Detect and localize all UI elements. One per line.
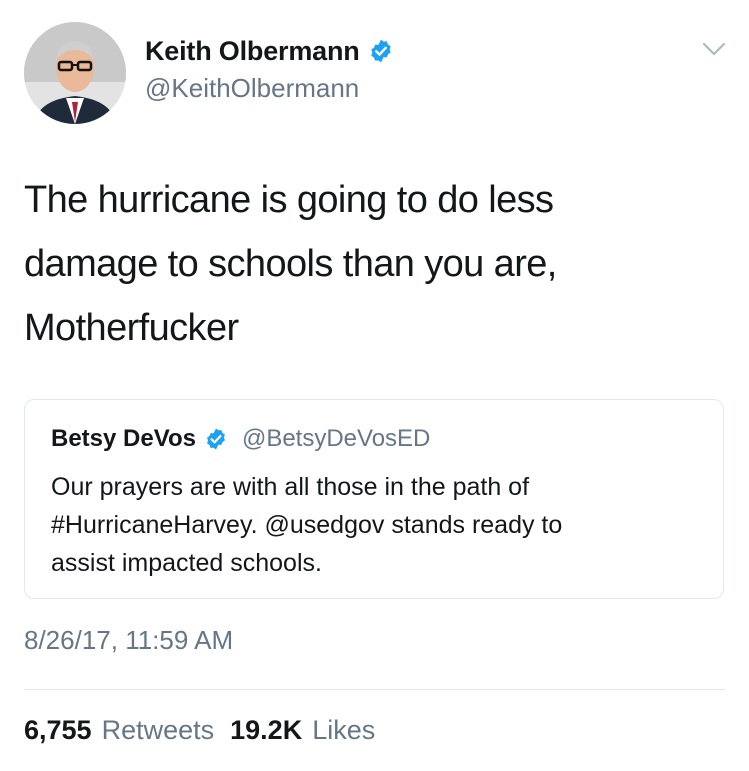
tweet-text-line: Motherfucker: [24, 307, 239, 349]
avatar[interactable]: [24, 22, 126, 124]
quoted-text-line: #HurricaneHarvey. @usedgov stands ready …: [51, 511, 563, 539]
retweets-label[interactable]: Retweets: [102, 715, 215, 746]
chevron-down-icon[interactable]: [701, 40, 727, 58]
quoted-author-name: Betsy DeVos: [51, 425, 196, 452]
quoted-tweet-card[interactable]: Betsy DeVos @BetsyDeVosED Our prayers ar…: [24, 399, 724, 599]
verified-badge-icon: [204, 427, 228, 451]
likes-count[interactable]: 19.2K: [230, 715, 302, 746]
quoted-tweet-text: Our prayers are with all those in the pa…: [51, 468, 701, 582]
verified-badge-icon: [368, 38, 394, 64]
tweet-text-line: damage to schools than you are,: [24, 243, 557, 285]
author-name-row[interactable]: Keith Olbermann: [145, 33, 394, 69]
quoted-text-line: Our prayers are with all those in the pa…: [51, 473, 530, 501]
tweet-text: The hurricane is going to do less damage…: [24, 168, 724, 360]
tweet-text-line: The hurricane is going to do less: [24, 179, 554, 221]
quoted-author-handle: @BetsyDeVosED: [241, 425, 431, 452]
author-display-name[interactable]: Keith Olbermann: [145, 36, 360, 67]
likes-label[interactable]: Likes: [312, 715, 375, 746]
author-handle[interactable]: @KeithOlbermann: [145, 73, 359, 104]
avatar-image: [24, 22, 126, 124]
retweets-count[interactable]: 6,755: [24, 715, 92, 746]
quoted-text-line: assist impacted schools.: [51, 549, 322, 577]
tweet-stats: 6,755 Retweets 19.2K Likes: [24, 715, 375, 746]
divider: [24, 689, 725, 690]
quoted-author-row: Betsy DeVos @BetsyDeVosED: [51, 422, 430, 456]
tweet-timestamp[interactable]: 8/26/17, 11:59 AM: [24, 625, 233, 656]
